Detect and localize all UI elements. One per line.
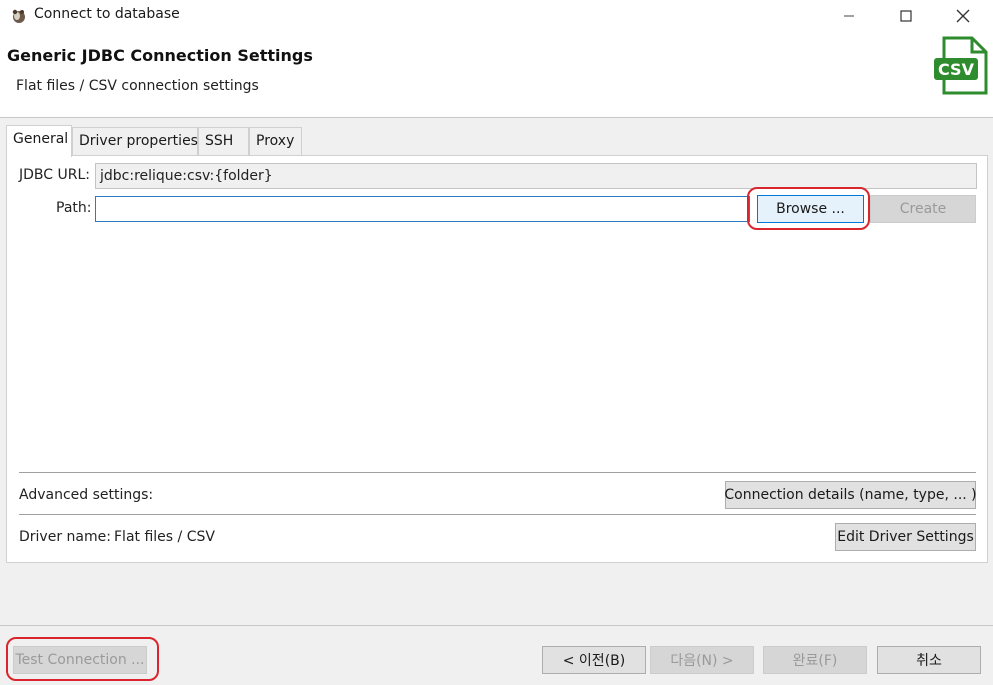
minimize-button[interactable] bbox=[826, 0, 872, 32]
close-button[interactable] bbox=[940, 0, 986, 32]
back-button[interactable]: < 이전(B) bbox=[542, 646, 646, 674]
test-connection-button[interactable]: Test Connection ... bbox=[13, 646, 147, 674]
maximize-icon bbox=[900, 10, 912, 22]
browse-button[interactable]: Browse ... bbox=[757, 195, 864, 223]
finish-button[interactable]: 완료(F) bbox=[763, 646, 867, 674]
tab-proxy[interactable]: Proxy bbox=[249, 127, 302, 156]
driver-name-value: Flat files / CSV bbox=[114, 529, 215, 545]
edit-driver-settings-button[interactable]: Edit Driver Settings bbox=[835, 523, 976, 551]
minimize-icon bbox=[844, 15, 854, 17]
page-subtitle: Flat files / CSV connection settings bbox=[16, 78, 259, 94]
path-input[interactable] bbox=[95, 196, 750, 222]
tab-ssh[interactable]: SSH bbox=[198, 127, 249, 156]
footer-divider bbox=[0, 625, 993, 626]
jdbc-url-label: JDBC URL: bbox=[19, 167, 90, 183]
advanced-settings-label: Advanced settings: bbox=[19, 487, 154, 503]
title-bar: Connect to database bbox=[0, 0, 993, 32]
maximize-button[interactable] bbox=[883, 0, 929, 32]
tab-general[interactable]: General bbox=[6, 125, 72, 157]
cancel-button[interactable]: 취소 bbox=[877, 646, 981, 674]
dialog-header: Generic JDBC Connection Settings Flat fi… bbox=[0, 32, 993, 118]
connection-details-button[interactable]: Connection details (name, type, ... ) bbox=[724, 481, 977, 509]
tab-driver-properties[interactable]: Driver properties bbox=[72, 127, 198, 156]
dbeaver-app-icon bbox=[12, 9, 25, 23]
csv-file-icon: CSV bbox=[934, 36, 988, 95]
create-button[interactable]: Create bbox=[870, 195, 976, 223]
csv-badge-text: CSV bbox=[938, 60, 975, 79]
next-button[interactable]: 다음(N) > bbox=[650, 646, 754, 674]
divider bbox=[19, 514, 976, 515]
path-label: Path: bbox=[56, 200, 92, 216]
jdbc-url-field[interactable]: jdbc:relique:csv:{folder} bbox=[95, 163, 977, 189]
general-panel: JDBC URL: jdbc:relique:csv:{folder} Path… bbox=[6, 155, 988, 563]
close-icon bbox=[956, 9, 970, 23]
divider bbox=[19, 472, 976, 473]
page-title: Generic JDBC Connection Settings bbox=[7, 46, 313, 65]
window-title: Connect to database bbox=[34, 6, 180, 22]
driver-name-label: Driver name: bbox=[19, 529, 111, 545]
